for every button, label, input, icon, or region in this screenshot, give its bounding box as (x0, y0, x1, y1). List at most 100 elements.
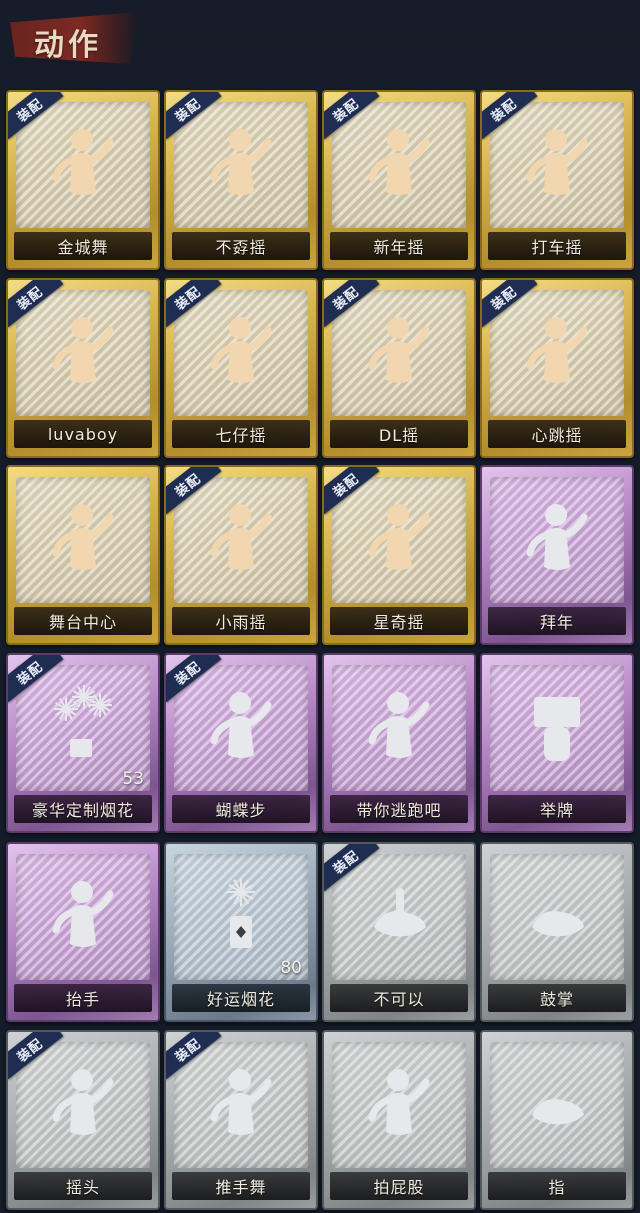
card-label: 摇头 (65, 1178, 100, 1197)
card-label-bar: 摇头 (14, 1172, 152, 1200)
action-card[interactable]: 装配 luvaboy (6, 278, 160, 458)
card-label: 指 (548, 1178, 566, 1197)
action-card[interactable]: 装配 小雨摇 (164, 465, 318, 645)
item-count: 80 (280, 958, 302, 978)
dance-figure-icon (354, 120, 444, 210)
action-card[interactable]: 装配 心跳摇 (480, 278, 634, 458)
card-label: 拜年 (539, 613, 574, 632)
page-title: 动作 (34, 28, 102, 63)
action-card[interactable]: 80 好运烟花 (164, 842, 318, 1022)
card-label-bar: 不可以 (330, 984, 468, 1012)
action-card[interactable]: 装配 推手舞 (164, 1030, 318, 1210)
card-label: 星奇摇 (373, 613, 425, 632)
action-card[interactable]: 举牌 (480, 653, 634, 833)
card-label: 抬手 (65, 990, 100, 1009)
push-dance-figure-icon (196, 1060, 286, 1150)
bow-figure-icon (512, 495, 602, 585)
card-label: 带你逃跑吧 (356, 801, 442, 820)
card-label: 小雨摇 (215, 613, 267, 632)
dance-figure-icon (512, 120, 602, 210)
card-label-bar: 蝴蝶步 (172, 795, 310, 823)
action-card[interactable]: 抬手 (6, 842, 160, 1022)
card-label-bar: 举牌 (488, 795, 626, 823)
card-label-bar: 抬手 (14, 984, 152, 1012)
dance-figure-icon (196, 308, 286, 398)
card-label-bar: 金城舞 (14, 232, 152, 260)
action-card[interactable]: 带你逃跑吧 (322, 653, 476, 833)
header: 动作 (0, 0, 640, 86)
dance-figure-icon (354, 308, 444, 398)
shake-head-figure-icon (38, 1060, 128, 1150)
action-card[interactable]: 装配 金城舞 (6, 90, 160, 270)
card-label: 推手舞 (215, 1178, 267, 1197)
dance-figure-icon (354, 683, 444, 773)
card-label-bar: luvaboy (14, 420, 152, 448)
action-card[interactable]: 装配 星奇摇 (322, 465, 476, 645)
card-label: DL摇 (378, 426, 420, 445)
card-label: 新年摇 (373, 238, 425, 257)
card-label-bar: 拜年 (488, 607, 626, 635)
dance-figure-icon (196, 495, 286, 585)
card-label-bar: 好运烟花 (172, 984, 310, 1012)
item-count: 53 (122, 769, 144, 789)
action-grid: 装配 金城舞 装配 不孬摇 装配 新年摇 装配 打车摇 装配 luvaboy 装配 七仔摇 装配 DL摇装… (0, 86, 640, 1213)
card-label: 七仔摇 (215, 426, 267, 445)
card-label-bar: 舞台中心 (14, 607, 152, 635)
dance-figure-icon (354, 495, 444, 585)
action-card[interactable]: 装配 蝴蝶步 (164, 653, 318, 833)
card-label: 心跳摇 (531, 426, 583, 445)
clap-hands-icon (512, 872, 602, 962)
action-card[interactable]: 装配 打车摇 (480, 90, 634, 270)
point-hand-icon (512, 1060, 602, 1150)
card-label: 不孬摇 (215, 238, 267, 257)
firework-can-icon (196, 872, 286, 962)
card-label-bar: DL摇 (330, 420, 468, 448)
card-label-bar: 小雨摇 (172, 607, 310, 635)
dance-figure-icon (196, 120, 286, 210)
card-label: 打车摇 (531, 238, 583, 257)
action-card[interactable]: 拍屁股 (322, 1030, 476, 1210)
action-card[interactable]: 装配 不可以 (322, 842, 476, 1022)
action-card[interactable]: 装配 新年摇 (322, 90, 476, 270)
card-label-bar: 打车摇 (488, 232, 626, 260)
card-label: 拍屁股 (373, 1178, 425, 1197)
card-label: 不可以 (373, 990, 425, 1009)
dance-figure-icon (512, 308, 602, 398)
card-label: 舞台中心 (48, 613, 117, 632)
card-label-bar: 不孬摇 (172, 232, 310, 260)
dance-figure-icon (38, 308, 128, 398)
action-card[interactable]: 装配 七仔摇 (164, 278, 318, 458)
card-label: 举牌 (539, 801, 574, 820)
action-card[interactable]: 装配 53 豪华定制烟花 (6, 653, 160, 833)
card-label-bar: 带你逃跑吧 (330, 795, 468, 823)
card-label-bar: 星奇摇 (330, 607, 468, 635)
card-label: 蝴蝶步 (215, 801, 267, 820)
card-label-bar: 豪华定制烟花 (14, 795, 152, 823)
card-label-bar: 拍屁股 (330, 1172, 468, 1200)
action-card[interactable]: 鼓掌 (480, 842, 634, 1022)
action-card[interactable]: 装配 不孬摇 (164, 90, 318, 270)
fireworks-box-icon (38, 683, 128, 773)
dance-figure-icon (38, 495, 128, 585)
card-label-bar: 指 (488, 1172, 626, 1200)
card-label-bar: 鼓掌 (488, 984, 626, 1012)
card-label-bar: 推手舞 (172, 1172, 310, 1200)
card-label: 金城舞 (57, 238, 109, 257)
action-card[interactable]: 装配 DL摇 (322, 278, 476, 458)
action-card[interactable]: 舞台中心 (6, 465, 160, 645)
card-label: 豪华定制烟花 (31, 801, 134, 820)
dance-figure-icon (38, 120, 128, 210)
finger-wag-icon (354, 872, 444, 962)
action-card[interactable]: 指 (480, 1030, 634, 1210)
card-label-bar: 心跳摇 (488, 420, 626, 448)
sign-figure-icon (512, 683, 602, 773)
raise-hand-figure-icon (38, 872, 128, 962)
card-label-bar: 新年摇 (330, 232, 468, 260)
action-card[interactable]: 拜年 (480, 465, 634, 645)
dance-figure-icon (196, 683, 286, 773)
action-card[interactable]: 装配 摇头 (6, 1030, 160, 1210)
card-label-bar: 七仔摇 (172, 420, 310, 448)
card-label: 鼓掌 (539, 990, 574, 1009)
card-label: luvaboy (47, 424, 119, 444)
butt-slap-figure-icon (354, 1060, 444, 1150)
